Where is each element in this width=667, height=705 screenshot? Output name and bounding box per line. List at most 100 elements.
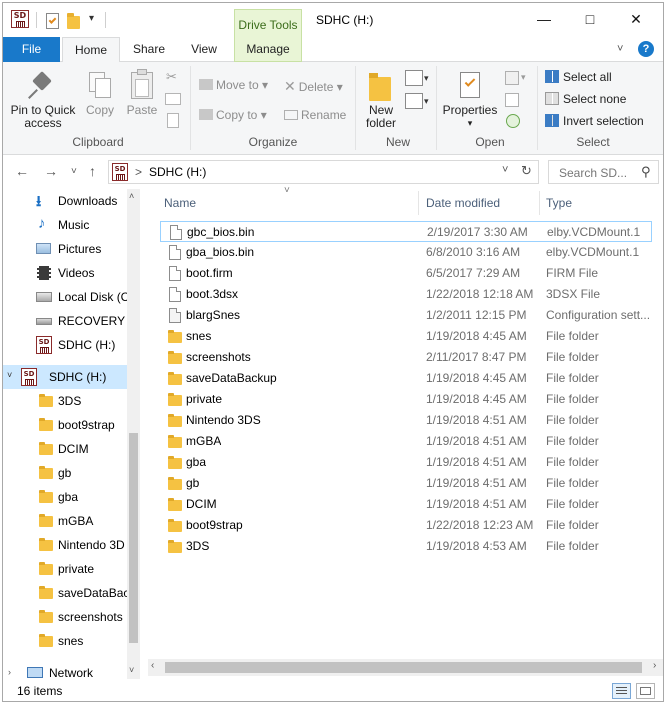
tree-folder[interactable]: saveDataBacl xyxy=(3,581,128,605)
tree-folder[interactable]: gb xyxy=(3,461,128,485)
scroll-down-icon[interactable]: ˅ xyxy=(129,665,134,675)
file-row[interactable]: gbc_bios.bin 2/19/2017 3:30 AM elby.VCDM… xyxy=(160,221,652,242)
horizontal-scroll-thumb[interactable] xyxy=(165,662,642,673)
copy-path-icon[interactable] xyxy=(165,93,181,105)
breadcrumb-sdhc[interactable]: SDHC (H:) xyxy=(149,165,206,179)
properties-quick-icon[interactable] xyxy=(45,13,61,29)
tab-manage[interactable]: Manage xyxy=(234,37,302,62)
sd-card-icon: SD xyxy=(36,336,52,354)
easy-access-dropdown-icon[interactable]: ▾ xyxy=(424,96,429,107)
address-bar[interactable]: SD > SDHC (H:) ˅ ↻ xyxy=(108,160,539,184)
file-row[interactable]: gb 1/19/2018 4:51 AM File folder xyxy=(160,473,652,494)
forward-arrow-icon[interactable]: → xyxy=(44,163,58,179)
file-row[interactable]: screenshots 2/11/2017 8:47 PM File folde… xyxy=(160,347,652,368)
collapse-chevron-icon[interactable]: › xyxy=(8,667,11,677)
new-item-dropdown-icon[interactable]: ▾ xyxy=(424,73,429,84)
file-row[interactable]: blargSnes 1/2/2011 12:15 PM Configuratio… xyxy=(160,305,652,326)
search-box[interactable]: Search SD... ⚲ xyxy=(548,160,659,184)
nav-item-local-disk[interactable]: Local Disk (C xyxy=(3,285,128,309)
delete-button[interactable]: ✕ Delete ▾ xyxy=(284,78,343,95)
copy-to-button[interactable]: Copy to ▾ xyxy=(199,108,267,122)
nav-item-videos[interactable]: Videos xyxy=(3,261,128,285)
tree-folder[interactable]: boot9strap xyxy=(3,413,128,437)
help-icon[interactable]: ? xyxy=(638,41,654,57)
recent-locations-chevron-icon[interactable]: ˅ xyxy=(71,166,77,177)
paste-shortcut-icon[interactable] xyxy=(167,113,179,128)
tree-folder[interactable]: DCIM xyxy=(3,437,128,461)
column-header-date[interactable]: Date modified xyxy=(426,196,500,224)
pin-to-quick-access-button[interactable]: Pin to Quick access xyxy=(7,68,79,130)
new-item-icon[interactable] xyxy=(405,70,423,86)
customize-toolbar-icon[interactable]: ▾ xyxy=(89,13,94,24)
file-row[interactable]: private 1/19/2018 4:45 AM File folder xyxy=(160,389,652,410)
nav-item-downloads[interactable]: ⭳ Downloads xyxy=(3,189,128,213)
details-view-icon[interactable] xyxy=(612,683,631,699)
edit-icon[interactable] xyxy=(505,93,519,107)
column-divider[interactable] xyxy=(539,191,540,215)
address-dropdown-chevron-icon[interactable]: ˅ xyxy=(502,164,508,176)
tab-share[interactable]: Share xyxy=(124,37,174,62)
column-header-type[interactable]: Type xyxy=(546,196,572,224)
nav-item-recovery[interactable]: RECOVERY (D xyxy=(3,309,128,333)
music-note-icon: ♪ xyxy=(38,215,46,232)
tree-folder[interactable]: snes xyxy=(3,629,128,653)
tree-folder[interactable]: private xyxy=(3,557,128,581)
tab-view[interactable]: View xyxy=(179,37,229,62)
file-row[interactable]: gba_bios.bin 6/8/2010 3:16 AM elby.VCDMo… xyxy=(160,242,652,263)
properties-button[interactable]: Properties ▾ xyxy=(440,68,500,130)
large-icons-view-icon[interactable] xyxy=(636,683,655,699)
file-row[interactable]: gba 1/19/2018 4:51 AM File folder xyxy=(160,452,652,473)
file-row[interactable]: saveDataBackup 1/19/2018 4:45 AM File fo… xyxy=(160,368,652,389)
file-row[interactable]: boot.3dsx 1/22/2018 12:18 AM 3DSX File xyxy=(160,284,652,305)
move-to-button[interactable]: Move to ▾ xyxy=(199,78,268,92)
maximize-button[interactable]: □ xyxy=(567,3,613,35)
file-row[interactable]: DCIM 1/19/2018 4:51 AM File folder xyxy=(160,494,652,515)
nav-item-sdhc[interactable]: SD SDHC (H:) xyxy=(3,333,128,357)
file-row[interactable]: mGBA 1/19/2018 4:51 AM File folder xyxy=(160,431,652,452)
scroll-right-icon[interactable]: › xyxy=(653,660,656,671)
column-divider[interactable] xyxy=(418,191,419,215)
up-arrow-icon[interactable]: ↑ xyxy=(89,163,96,179)
file-row[interactable]: boot9strap 1/22/2018 12:23 AM File folde… xyxy=(160,515,652,536)
select-none-button[interactable]: Select none xyxy=(545,92,626,106)
file-row[interactable]: boot.firm 6/5/2017 7:29 AM FIRM File xyxy=(160,263,652,284)
tree-folder[interactable]: gba xyxy=(3,485,128,509)
nav-pane-scroll-thumb[interactable] xyxy=(129,433,138,643)
new-folder-button[interactable]: New folder xyxy=(359,68,403,130)
file-row[interactable]: snes 1/19/2018 4:45 AM File folder xyxy=(160,326,652,347)
history-icon[interactable] xyxy=(506,114,520,128)
back-arrow-icon[interactable]: ← xyxy=(15,163,29,179)
tab-home[interactable]: Home xyxy=(62,37,120,63)
tree-folder[interactable]: screenshots xyxy=(3,605,128,629)
file-row[interactable]: 3DS 1/19/2018 4:53 AM File folder xyxy=(160,536,652,557)
scroll-left-icon[interactable]: ‹ xyxy=(151,660,154,671)
tab-file[interactable]: File xyxy=(3,37,60,62)
nav-item-music[interactable]: ♪ Music xyxy=(3,213,128,237)
nav-pane-scrollbar[interactable]: ˄ ˅ xyxy=(127,189,140,683)
file-list-horizontal-scrollbar[interactable]: ‹ › xyxy=(148,659,663,676)
new-folder-quick-icon[interactable] xyxy=(67,13,83,32)
minimize-ribbon-icon[interactable]: ˅ xyxy=(617,43,623,55)
rename-button[interactable]: Rename xyxy=(284,108,346,122)
file-row[interactable]: Nintendo 3DS 1/19/2018 4:51 AM File fold… xyxy=(160,410,652,431)
refresh-icon[interactable]: ↻ xyxy=(521,163,532,179)
copy-button[interactable]: Copy xyxy=(81,68,119,117)
title-bar[interactable]: SD ▾ Drive Tools SDHC (H:) — □ ✕ xyxy=(3,3,663,37)
open-dropdown-icon[interactable]: ▾ xyxy=(521,72,526,83)
paste-button[interactable]: Paste xyxy=(123,68,161,117)
minimize-button[interactable]: — xyxy=(521,3,567,35)
close-button[interactable]: ✕ xyxy=(613,3,659,35)
select-all-button[interactable]: Select all xyxy=(545,70,612,84)
tree-folder[interactable]: Nintendo 3D xyxy=(3,533,128,557)
cut-scissors-icon[interactable]: ✂ xyxy=(166,69,177,85)
scroll-up-icon[interactable]: ˄ xyxy=(129,191,134,201)
tree-drive-sdhc[interactable]: ˅ SD SDHC (H:) xyxy=(3,365,128,389)
open-icon[interactable] xyxy=(505,71,519,85)
tree-folder[interactable]: mGBA xyxy=(3,509,128,533)
easy-access-icon[interactable] xyxy=(405,93,423,109)
tree-folder[interactable]: 3DS xyxy=(3,389,128,413)
nav-item-pictures[interactable]: Pictures xyxy=(3,237,128,261)
expand-chevron-icon[interactable]: ˅ xyxy=(7,370,12,380)
invert-selection-button[interactable]: Invert selection xyxy=(545,114,644,128)
column-header-name[interactable]: Name xyxy=(164,196,196,224)
